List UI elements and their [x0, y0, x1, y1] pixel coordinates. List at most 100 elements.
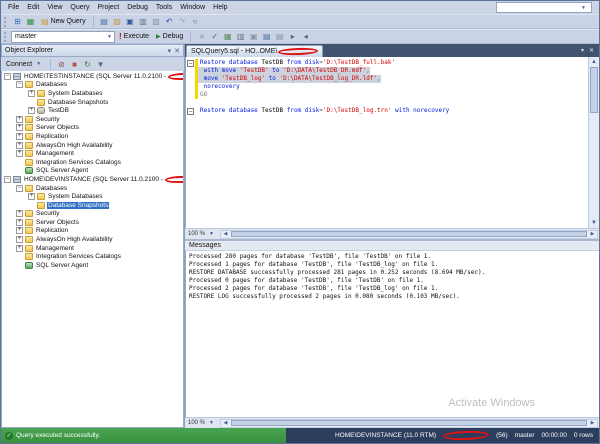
debug-button[interactable]: ▶ Debug: [153, 31, 186, 43]
new-document-icon[interactable]: ▤: [98, 16, 111, 28]
estimated-plan-icon[interactable]: ▦: [221, 31, 234, 43]
connect-icon[interactable]: ⊞: [11, 16, 24, 28]
tree-item-home-devinstance-sql-server-11-0-2100[interactable]: −HOME\DEVINSTANCE (SQL Server 11.0.2100 …: [2, 175, 183, 184]
collapse-icon[interactable]: −: [4, 73, 11, 80]
find-icon[interactable]: ○: [189, 16, 202, 28]
expand-icon[interactable]: +: [16, 142, 23, 149]
tree-item-security[interactable]: +Security: [2, 115, 183, 124]
collapse-icon[interactable]: −: [16, 185, 23, 192]
tree-item-sql-server-agent[interactable]: SQL Server Agent: [2, 261, 183, 270]
sql-editor[interactable]: −Restore database TestDB from disk='D:\T…: [185, 57, 599, 228]
outdent-icon[interactable]: ◂: [299, 31, 312, 43]
editor-horizontal-scrollbar[interactable]: ◀ ▶: [220, 230, 598, 239]
tree-item-integration-services-catalogs[interactable]: Integration Services Catalogs: [2, 158, 183, 167]
scroll-up-icon[interactable]: ▲: [591, 57, 597, 67]
expand-icon[interactable]: +: [16, 133, 23, 140]
tree-item-home-testinstance-sql-server-11-0-2100[interactable]: −HOME\TESTINSTANCE (SQL Server 11.0.2100…: [2, 72, 183, 81]
scrollbar-thumb[interactable]: [231, 420, 587, 426]
messages-pane[interactable]: Processed 280 pages for database 'TestDB…: [185, 251, 599, 417]
scroll-left-icon[interactable]: ◀: [221, 420, 230, 426]
new-query-button[interactable]: ▤ New Query: [38, 16, 89, 28]
execute-button[interactable]: ! Execute: [116, 31, 152, 43]
code-line[interactable]: GO: [186, 91, 599, 99]
menu-project[interactable]: Project: [93, 3, 123, 12]
collapse-icon[interactable]: −: [16, 81, 23, 88]
database-dropdown[interactable]: master ▼: [11, 31, 115, 43]
code-line[interactable]: −Restore database TestDB from disk='D:\T…: [186, 59, 599, 67]
code-line[interactable]: [186, 99, 599, 107]
tree-item-database-snapshots[interactable]: Database Snapshots: [2, 201, 183, 210]
toolbar-grip[interactable]: [4, 32, 7, 42]
tree-item-alwayson-high-availability[interactable]: +AlwaysOn High Availability: [2, 141, 183, 150]
close-document-icon[interactable]: ✕: [589, 47, 594, 54]
menu-debug[interactable]: Debug: [123, 3, 152, 12]
expand-icon[interactable]: +: [16, 227, 23, 234]
filter-icon[interactable]: ▼: [94, 58, 107, 70]
editor-zoom-level[interactable]: 100 % ▼: [185, 231, 219, 237]
tree-item-integration-services-catalogs[interactable]: Integration Services Catalogs: [2, 252, 183, 261]
tree-item-replication[interactable]: +Replication: [2, 227, 183, 236]
messages-horizontal-scrollbar[interactable]: ◀ ▶: [220, 419, 598, 428]
stop-icon[interactable]: ■: [68, 58, 81, 70]
tree-item-security[interactable]: +Security: [2, 210, 183, 219]
tree-item-testdb[interactable]: +TestDB: [2, 106, 183, 115]
fold-collapse-icon[interactable]: −: [187, 60, 194, 67]
fold-collapse-icon[interactable]: −: [187, 108, 194, 115]
tree-item-system-databases[interactable]: +System Databases: [2, 192, 183, 201]
menu-help[interactable]: Help: [209, 3, 231, 12]
scroll-right-icon[interactable]: ▶: [588, 420, 597, 426]
save-icon[interactable]: ▣: [124, 16, 137, 28]
print-icon[interactable]: ▥: [137, 16, 150, 28]
query-options-icon[interactable]: ▥: [234, 31, 247, 43]
menu-edit[interactable]: Edit: [23, 3, 43, 12]
menu-file[interactable]: File: [4, 3, 23, 12]
messages-tab[interactable]: Messages: [185, 239, 599, 251]
source-control-icon[interactable]: ▧: [150, 16, 163, 28]
code-line[interactable]: with move 'TestDB' to 'D:\DATA\TestDB_DR…: [186, 67, 599, 75]
indent-icon[interactable]: ▸: [286, 31, 299, 43]
intellisense-icon[interactable]: ▣: [247, 31, 260, 43]
tree-item-system-databases[interactable]: +System Databases: [2, 89, 183, 98]
scroll-right-icon[interactable]: ▶: [588, 231, 597, 237]
editor-vertical-scrollbar[interactable]: ▲ ▼: [588, 57, 599, 228]
tree-item-server-objects[interactable]: +Server Objects: [2, 218, 183, 227]
scrollbar-thumb[interactable]: [231, 231, 587, 237]
close-icon[interactable]: ✕: [174, 47, 180, 55]
scroll-down-icon[interactable]: ▼: [591, 218, 597, 228]
menubar-search-input[interactable]: [497, 3, 579, 12]
connect-button[interactable]: Connect ▼: [3, 58, 46, 70]
object-explorer-tree[interactable]: −HOME\TESTINSTANCE (SQL Server 11.0.2100…: [1, 71, 184, 428]
tree-item-management[interactable]: +Management: [2, 149, 183, 158]
menu-window[interactable]: Window: [176, 3, 209, 12]
tab-list-icon[interactable]: ▾: [581, 47, 584, 54]
expand-icon[interactable]: +: [16, 219, 23, 226]
redo-icon[interactable]: ↷: [176, 16, 189, 28]
tree-item-sql-server-agent[interactable]: SQL Server Agent: [2, 167, 183, 176]
expand-icon[interactable]: +: [16, 236, 23, 243]
refresh-icon[interactable]: ↻: [81, 58, 94, 70]
scrollbar-thumb[interactable]: [590, 67, 598, 113]
tree-item-management[interactable]: +Management: [2, 244, 183, 253]
code-line[interactable]: move 'TestDB_log' to 'D:\DATA\TestDB_log…: [186, 75, 599, 83]
tab-sqlquery5[interactable]: SQLQuery5.sql - HO..OME\: [186, 45, 323, 57]
tree-item-database-snapshots[interactable]: Database Snapshots: [2, 98, 183, 107]
expand-icon[interactable]: +: [16, 116, 23, 123]
toolbar-grip[interactable]: [4, 17, 7, 27]
tree-item-alwayson-high-availability[interactable]: +AlwaysOn High Availability: [2, 235, 183, 244]
comment-icon[interactable]: ▤: [260, 31, 273, 43]
messages-zoom-level[interactable]: 100 % ▼: [185, 420, 219, 426]
expand-icon[interactable]: +: [16, 150, 23, 157]
parse-icon[interactable]: ✓: [208, 31, 221, 43]
disconnect-icon[interactable]: ⊘: [55, 58, 68, 70]
tree-item-databases[interactable]: −Databases: [2, 81, 183, 90]
chevron-down-icon[interactable]: ▼: [579, 5, 588, 11]
expand-icon[interactable]: +: [16, 210, 23, 217]
scroll-left-icon[interactable]: ◀: [221, 231, 230, 237]
pane-menu-icon[interactable]: ▾: [168, 47, 172, 55]
expand-icon[interactable]: +: [16, 245, 23, 252]
tree-item-server-objects[interactable]: +Server Objects: [2, 124, 183, 133]
menu-view[interactable]: View: [43, 3, 66, 12]
expand-icon[interactable]: +: [28, 193, 35, 200]
code-line[interactable]: −Restore database TestDB from disk='D:\T…: [186, 107, 599, 115]
expand-icon[interactable]: +: [28, 107, 35, 114]
